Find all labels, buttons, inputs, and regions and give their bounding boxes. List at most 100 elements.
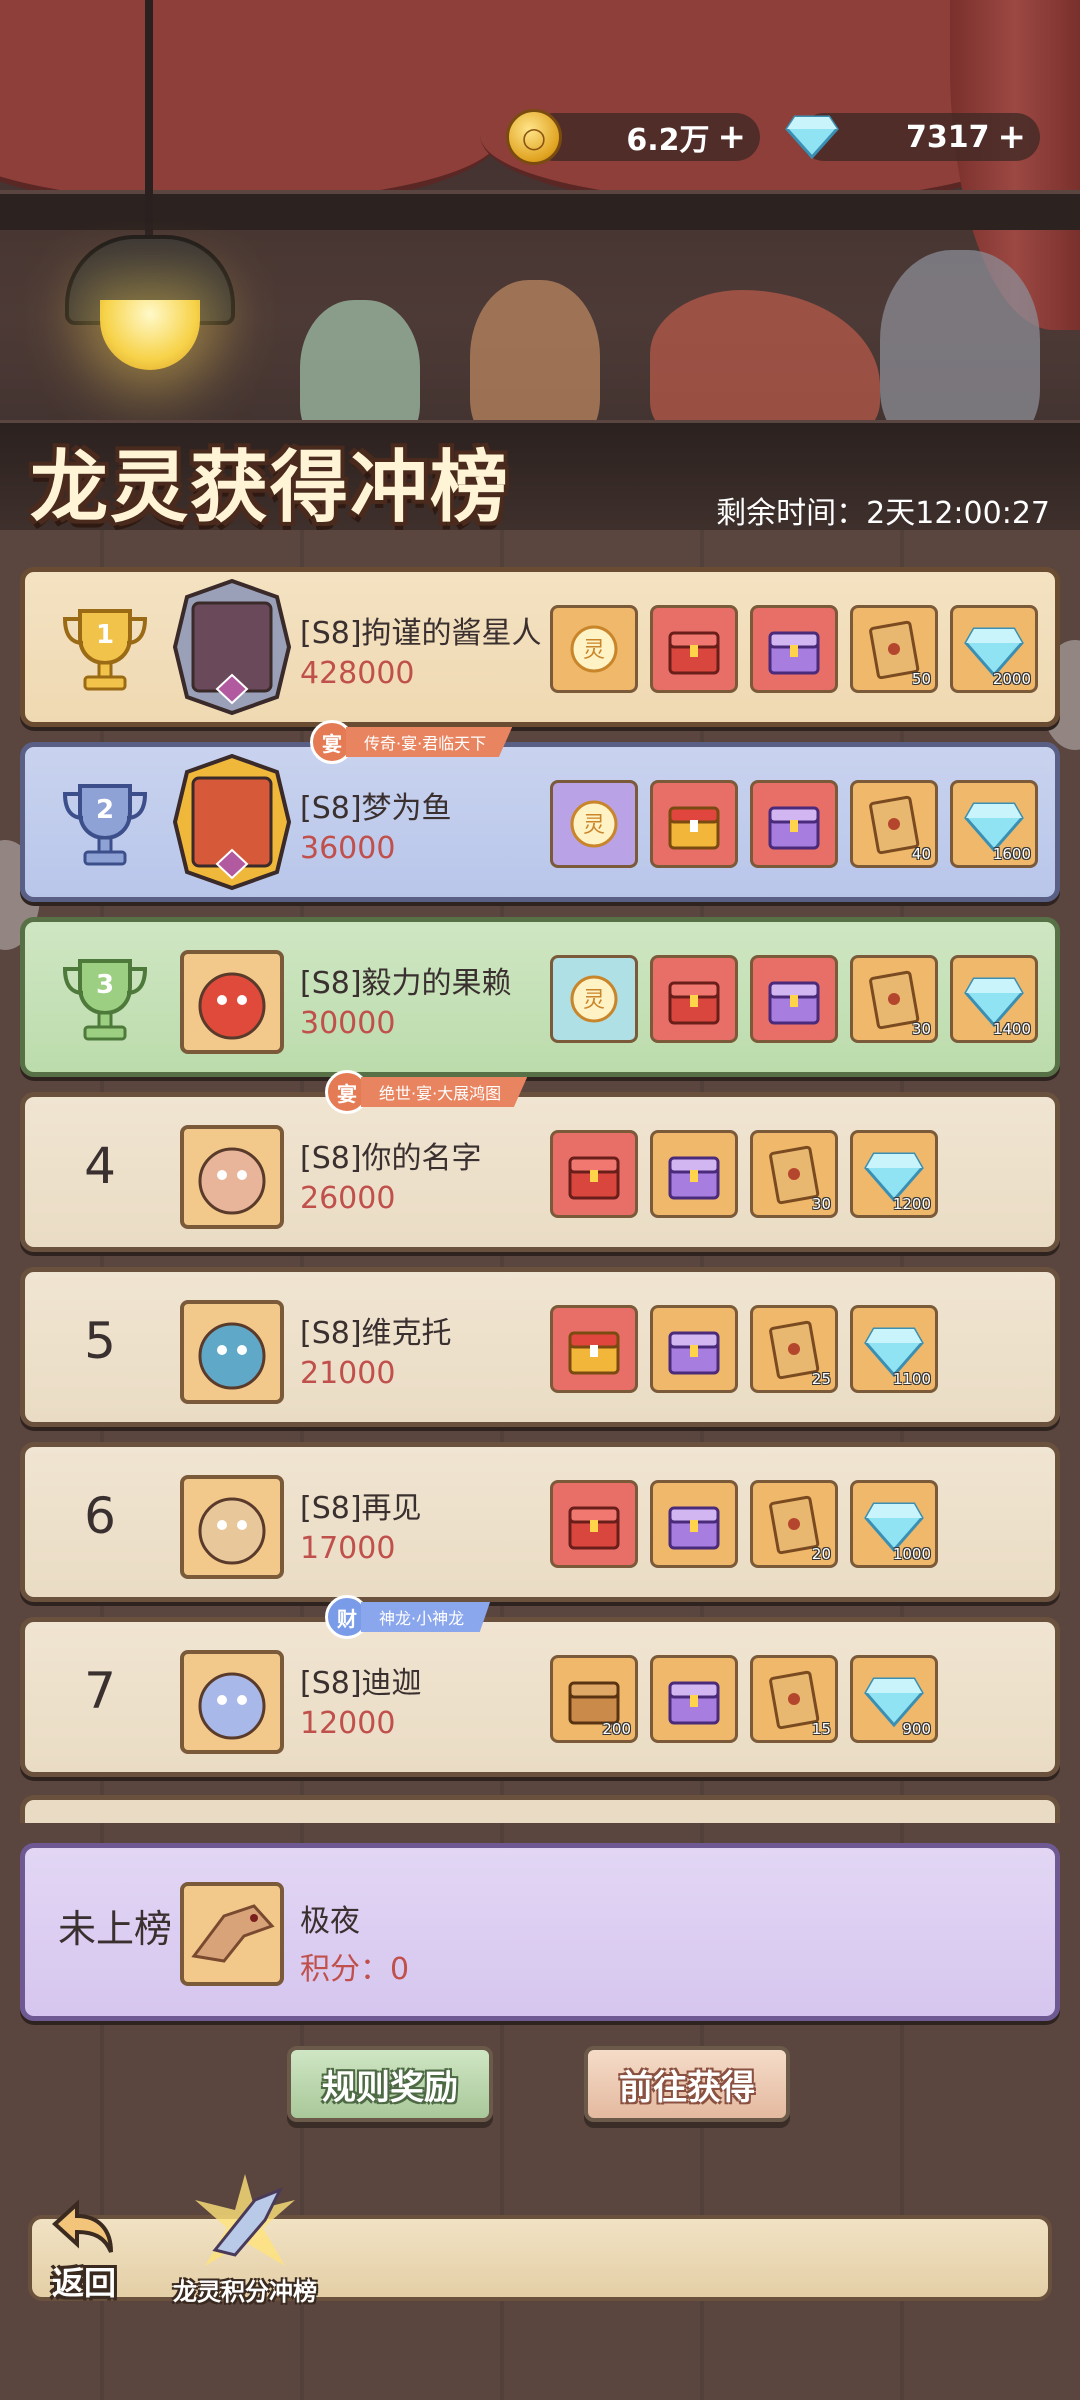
- reward-slot[interactable]: 灵: [550, 780, 638, 868]
- dragon-tab-icon: [195, 2174, 295, 2266]
- score-value: 0: [390, 1952, 410, 1987]
- add-diamond-icon[interactable]: +: [998, 120, 1027, 154]
- title-ribbon: 神龙·小神龙: [361, 1602, 491, 1632]
- reward-slot[interactable]: [750, 605, 838, 693]
- rank-number: 5: [84, 1312, 116, 1370]
- player-avatar[interactable]: [180, 1300, 284, 1404]
- reward-slot[interactable]: 40: [850, 780, 938, 868]
- reward-list: 20 1000: [550, 1480, 938, 1568]
- player-avatar[interactable]: [180, 1650, 284, 1754]
- purple-chest-icon: [768, 981, 820, 1025]
- reward-slot[interactable]: 50: [850, 605, 938, 693]
- player-score: 428000: [300, 656, 415, 691]
- reward-quantity: 1200: [892, 1195, 931, 1213]
- player-name: [S8]毅力的果赖: [300, 966, 512, 1001]
- player-name: [S8]维克托: [300, 1316, 452, 1351]
- player-avatar[interactable]: [180, 1125, 284, 1229]
- reward-slot[interactable]: [650, 955, 738, 1043]
- reward-slot[interactable]: [550, 1305, 638, 1393]
- player-score: 12000: [300, 1706, 396, 1741]
- purple-chest-icon: [668, 1331, 720, 1375]
- diamond-icon: [784, 113, 840, 161]
- spirit-orb-icon: 灵: [570, 975, 618, 1023]
- reward-quantity: 1100: [892, 1370, 931, 1388]
- reward-slot[interactable]: 900: [850, 1655, 938, 1743]
- player-avatar[interactable]: [180, 1475, 284, 1579]
- player-name: [S8]梦为鱼: [300, 791, 452, 826]
- leaderboard-row-rank-1[interactable]: 1 [S8]拘谨的酱星人 428000 灵 50 2000: [20, 567, 1060, 727]
- player-name: [S8]迪迦: [300, 1666, 422, 1701]
- gold-counter[interactable]: 6.2万 +: [530, 113, 760, 161]
- reward-quantity: 1600: [992, 845, 1031, 863]
- reward-slot[interactable]: 1600: [950, 780, 1038, 868]
- my-score: 积分：0: [300, 1944, 409, 1988]
- stage-shelf: [0, 190, 1080, 230]
- reward-slot[interactable]: 20: [750, 1480, 838, 1568]
- reward-slot[interactable]: 200: [550, 1655, 638, 1743]
- reward-slot[interactable]: 1200: [850, 1130, 938, 1218]
- add-gold-icon[interactable]: +: [718, 120, 747, 154]
- gold-value: 6.2万: [626, 123, 710, 158]
- go-obtain-button[interactable]: 前往获得: [584, 2046, 790, 2122]
- reward-slot[interactable]: [550, 1130, 638, 1218]
- reward-slot[interactable]: [750, 955, 838, 1043]
- leaderboard-row-rank-4[interactable]: 4 [S8]你的名字 26000 宴绝世·宴·大展鸿图 30 1200: [20, 1070, 1060, 1252]
- reward-slot[interactable]: [650, 1305, 738, 1393]
- countdown: 剩余时间：2天12:00:27: [716, 488, 1050, 532]
- reward-slot[interactable]: 15: [750, 1655, 838, 1743]
- reward-slot[interactable]: 2000: [950, 605, 1038, 693]
- svg-text:灵: 灵: [583, 988, 605, 1013]
- reward-quantity: 40: [911, 845, 931, 863]
- reward-slot[interactable]: 灵: [550, 605, 638, 693]
- timer-value: 2天12:00:27: [866, 496, 1050, 531]
- leaderboard-row-rank-7[interactable]: 7 [S8]迪迦 12000 财神龙·小神龙 200 15 900: [20, 1595, 1060, 1777]
- player-name: [S8]拘谨的酱星人: [300, 616, 542, 651]
- my-avatar[interactable]: [180, 1882, 284, 1986]
- gold-chest-icon: [568, 1331, 620, 1375]
- player-avatar[interactable]: [167, 577, 297, 717]
- back-button[interactable]: 返回: [34, 2198, 134, 2308]
- player-score: 17000: [300, 1531, 396, 1566]
- reward-slot[interactable]: [650, 1130, 738, 1218]
- reward-slot[interactable]: 30: [850, 955, 938, 1043]
- reward-quantity: 900: [902, 1720, 931, 1738]
- reward-slot[interactable]: 30: [750, 1130, 838, 1218]
- reward-slot[interactable]: 25: [750, 1305, 838, 1393]
- reward-quantity: 1400: [992, 1020, 1031, 1038]
- reward-slot[interactable]: [550, 1480, 638, 1568]
- trophy-rank-3-icon: 3: [55, 947, 155, 1047]
- rank-number: 6: [84, 1487, 116, 1545]
- reward-slot[interactable]: [750, 780, 838, 868]
- title-ribbon: 传奇·宴·君临天下: [346, 727, 513, 757]
- player-name: [S8]你的名字: [300, 1141, 482, 1176]
- player-title-badge: 宴绝世·宴·大展鸿图: [325, 1070, 528, 1114]
- leaderboard-row-rank-6[interactable]: 6 [S8]再见 17000 20 1000: [20, 1442, 1060, 1602]
- tab-dragon-score-ranking[interactable]: 龙灵积分冲榜: [150, 2170, 340, 2310]
- reward-slot[interactable]: [650, 1480, 738, 1568]
- timer-label: 剩余时间：: [716, 496, 867, 531]
- leaderboard-row-rank-2[interactable]: 2 [S8]梦为鱼 36000 宴传奇·宴·君临天下灵 40 1600: [20, 720, 1060, 902]
- red-chest-icon: [668, 631, 720, 675]
- reward-slot[interactable]: 1400: [950, 955, 1038, 1043]
- reward-slot[interactable]: 灵: [550, 955, 638, 1043]
- leaderboard-row-rank-5[interactable]: 5 [S8]维克托 21000 25 1100: [20, 1267, 1060, 1427]
- player-avatar[interactable]: [167, 752, 297, 892]
- player-name: [S8]再见: [300, 1491, 422, 1526]
- player-avatar[interactable]: [180, 950, 284, 1054]
- reward-slot[interactable]: [650, 780, 738, 868]
- purple-chest-icon: [768, 631, 820, 675]
- purple-chest-icon: [668, 1506, 720, 1550]
- trophy-rank-1-icon: 1: [55, 597, 155, 697]
- back-arrow-icon: [52, 2199, 113, 2253]
- reward-slot[interactable]: 1000: [850, 1480, 938, 1568]
- reward-slot[interactable]: [650, 605, 738, 693]
- curtain-swag-left: [0, 60, 500, 210]
- player-score: 36000: [300, 831, 396, 866]
- rules-rewards-button[interactable]: 规则奖励: [287, 2046, 493, 2122]
- trophy-rank-2-icon: 2: [55, 772, 155, 872]
- leaderboard-row-rank-3[interactable]: 3 [S8]毅力的果赖 30000 灵 30 1400: [20, 917, 1060, 1077]
- spirit-orb-icon: 灵: [570, 625, 618, 673]
- reward-slot[interactable]: [650, 1655, 738, 1743]
- reward-slot[interactable]: 1100: [850, 1305, 938, 1393]
- svg-text:1: 1: [96, 620, 114, 650]
